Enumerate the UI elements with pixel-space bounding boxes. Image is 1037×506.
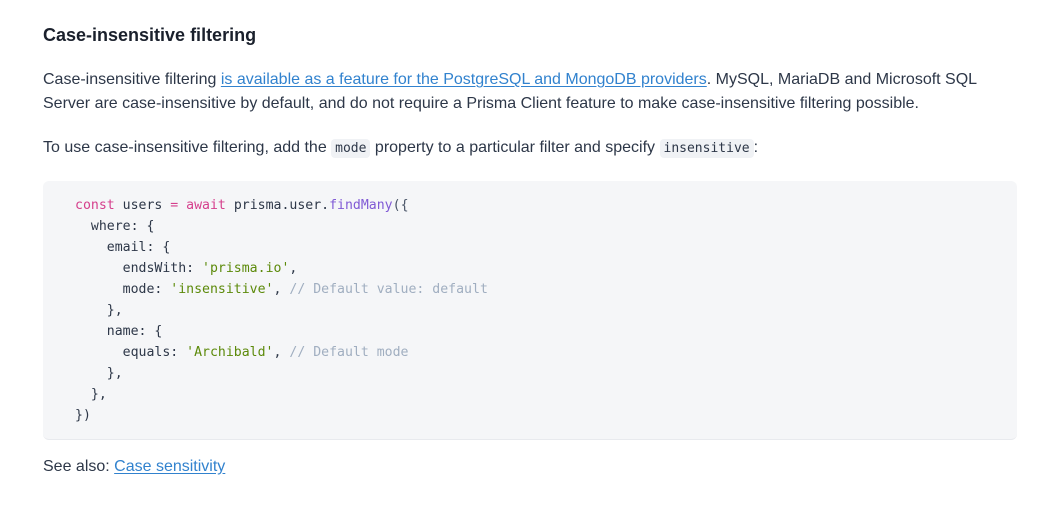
code-line-5: mode: 'insensitive', // Default value: d… [75, 282, 488, 297]
case-sensitivity-link[interactable]: Case sensitivity [114, 458, 225, 475]
code-line-2: where: { [75, 219, 155, 234]
code-line-7: name: { [75, 324, 163, 339]
code-block[interactable]: const users = await prisma.user.findMany… [43, 181, 1017, 440]
code-line-9: }, [75, 366, 123, 381]
see-also-label: See also: [43, 458, 115, 475]
intro-lead-text: Case-insensitive filtering [43, 71, 221, 88]
code-line-1: const users = await prisma.user.findMany… [75, 198, 409, 213]
section-heading: Case-insensitive filtering [43, 25, 257, 45]
code-line-8: equals: 'Archibald', // Default mode [75, 345, 409, 360]
insensitive-inline-code: insensitive [659, 139, 754, 158]
code-line-6: }, [75, 303, 123, 318]
code-listing: const users = await prisma.user.findMany… [75, 195, 488, 426]
code-line-3: email: { [75, 240, 171, 255]
usage-text-1: To use case-insensitive filtering, add t… [43, 139, 332, 156]
see-also-paragraph: See also: Case sensitivity [43, 455, 225, 479]
code-line-11: }) [75, 408, 91, 423]
providers-feature-link[interactable]: is available as a feature for the Postgr… [221, 71, 707, 88]
code-line-4: endsWith: 'prisma.io', [75, 261, 298, 276]
usage-paragraph: To use case-insensitive filtering, add t… [43, 136, 758, 161]
usage-text-2: property to a particular filter and spec… [370, 139, 660, 156]
intro-paragraph: Case-insensitive filtering is available … [43, 68, 1023, 116]
mode-inline-code: mode [331, 139, 371, 158]
usage-text-3: : [753, 139, 759, 156]
code-line-10: }, [75, 387, 107, 402]
